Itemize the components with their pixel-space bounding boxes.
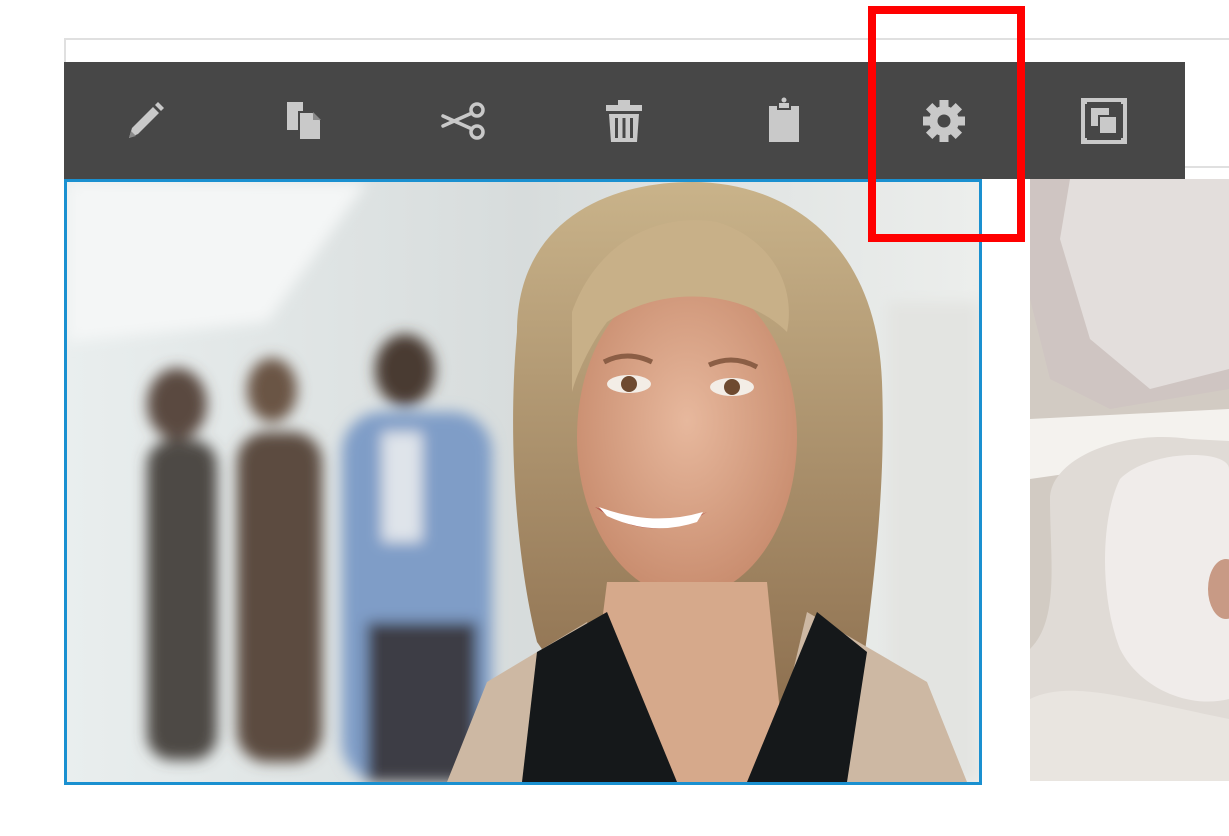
trash-icon <box>606 99 642 142</box>
adjacent-image-component[interactable] <box>1030 179 1229 781</box>
edit-button[interactable] <box>104 81 184 161</box>
edit-toolbar <box>64 62 1185 179</box>
selected-image-component[interactable] <box>64 179 982 785</box>
businesswoman-photo <box>67 182 979 782</box>
settings-button[interactable] <box>904 81 984 161</box>
layers-button[interactable] <box>1064 81 1144 161</box>
delete-button[interactable] <box>584 81 664 161</box>
layers-icon <box>1081 97 1127 144</box>
gear-icon <box>923 99 965 142</box>
copy-button[interactable] <box>264 81 344 161</box>
clipboard-icon <box>769 97 799 142</box>
pencil-icon <box>129 101 164 138</box>
scissors-icon <box>441 101 485 140</box>
cut-button[interactable] <box>424 81 504 161</box>
masked-person-photo <box>1030 179 1229 781</box>
paste-button[interactable] <box>744 81 824 161</box>
copy-icon <box>287 101 322 141</box>
